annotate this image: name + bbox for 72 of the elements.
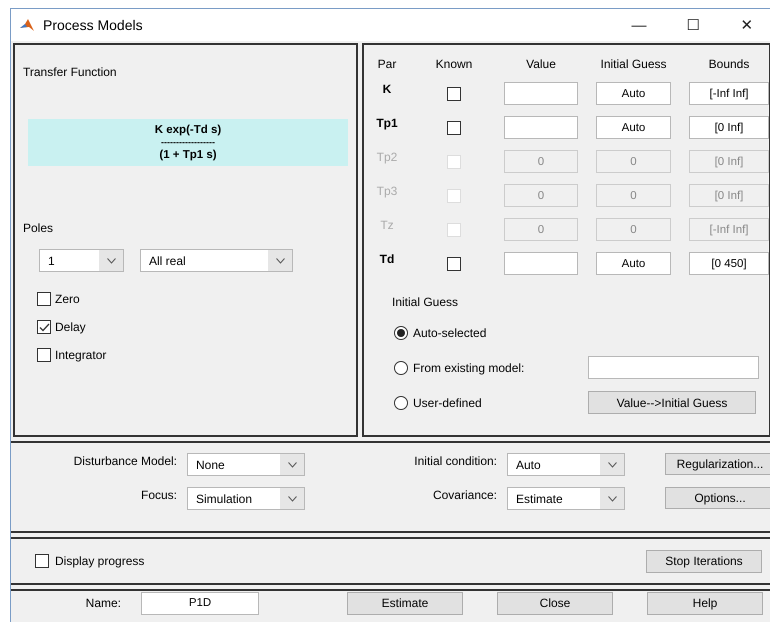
initial-guess-field[interactable]: Auto: [596, 252, 671, 275]
column-header: Value: [525, 57, 557, 71]
section-label: Transfer Function: [23, 65, 118, 79]
column-header: Bounds: [708, 57, 750, 71]
dialog-button[interactable]: Estimate: [347, 592, 463, 614]
bounds-field[interactable]: [0 450]: [689, 252, 769, 275]
checkbox[interactable]: [35, 554, 49, 568]
checkbox[interactable]: [447, 256, 461, 270]
parameter-name: Tp3: [376, 184, 398, 198]
section-label: Initial Guess: [392, 295, 460, 309]
column-header: Initial Guess: [599, 57, 668, 71]
checkbox[interactable]: [37, 348, 51, 362]
app-logo-icon: [19, 18, 35, 32]
field-label: Disturbance Model:: [72, 453, 177, 468]
radio-button[interactable]: [394, 326, 408, 340]
radio-label: Auto-selected: [413, 326, 486, 340]
model-name-field[interactable]: [588, 356, 759, 379]
checkbox[interactable]: [37, 320, 51, 334]
bounds-field[interactable]: [-Inf Inf]: [689, 82, 769, 105]
checkbox[interactable]: [447, 120, 461, 134]
chevron-icon: [608, 462, 616, 468]
dropdown-field[interactable]: None: [187, 453, 305, 476]
bounds-field[interactable]: [0 Inf]: [689, 116, 769, 139]
value-field[interactable]: [504, 116, 578, 139]
value-field[interactable]: [504, 82, 578, 105]
value-field[interactable]: [504, 252, 578, 275]
dropdown-field[interactable]: Auto: [507, 453, 625, 476]
value-to-initial-guess-button[interactable]: Value-->Initial Guess: [588, 391, 756, 414]
dropdown-field[interactable]: Estimate: [507, 487, 625, 510]
regularization-button[interactable]: Regularization...: [665, 453, 770, 475]
parameter-name: Td: [378, 252, 396, 266]
checkbox-label: Integrator: [55, 348, 106, 362]
radio-label: User-defined: [413, 396, 482, 410]
field-label: Focus:: [140, 487, 177, 502]
column-header: Par: [376, 57, 398, 71]
checkbox[interactable]: [37, 292, 51, 306]
window-control[interactable]: —: [616, 16, 662, 34]
section-label: Poles: [23, 221, 54, 235]
radio-button[interactable]: [394, 396, 408, 410]
window-control[interactable]: ✕: [724, 16, 770, 34]
dialog-button[interactable]: Close: [497, 592, 613, 614]
chevron-icon: [276, 258, 284, 264]
window-title: Process Models: [43, 17, 144, 33]
chevron-icon: [288, 462, 296, 468]
field-label: Name:: [84, 596, 121, 610]
initial-guess-field[interactable]: Auto: [596, 116, 671, 139]
chevron-icon: [608, 496, 616, 502]
chevron-icon: [106, 258, 116, 264]
parameter-name: Tp2: [376, 150, 398, 164]
transfer-function-formula: K exp(-Td s) ------------------ (1 + Tp1 s): [28, 119, 348, 166]
parameter-name: K: [382, 82, 392, 96]
stop-iterations-button[interactable]: Stop Iterations: [646, 550, 762, 572]
options-button[interactable]: Options...: [665, 487, 770, 509]
dropdown-field[interactable]: 1: [39, 249, 124, 272]
dialog-button[interactable]: Help: [647, 592, 763, 614]
chevron-icon: [288, 496, 296, 502]
dropdown-field[interactable]: Simulation: [187, 487, 305, 510]
dropdown-field[interactable]: All real: [140, 249, 293, 272]
checkbox-label: Zero: [55, 292, 80, 306]
window-control[interactable]: ☐: [670, 16, 716, 34]
radio-button[interactable]: [394, 360, 408, 374]
field-label: Initial condition:: [413, 453, 497, 468]
checkbox-label: Display progress: [55, 554, 144, 568]
field-label: Covariance:: [432, 487, 497, 502]
initial-guess-field[interactable]: Auto: [596, 82, 671, 105]
radio-label: From existing model:: [413, 360, 524, 374]
checkbox[interactable]: [447, 86, 461, 100]
name-field[interactable]: P1D: [141, 592, 259, 614]
checkbox-label: Delay: [55, 320, 86, 334]
column-header: Known: [434, 57, 474, 71]
parameter-name: Tz: [379, 218, 395, 232]
parameter-name: Tp1: [375, 116, 399, 130]
